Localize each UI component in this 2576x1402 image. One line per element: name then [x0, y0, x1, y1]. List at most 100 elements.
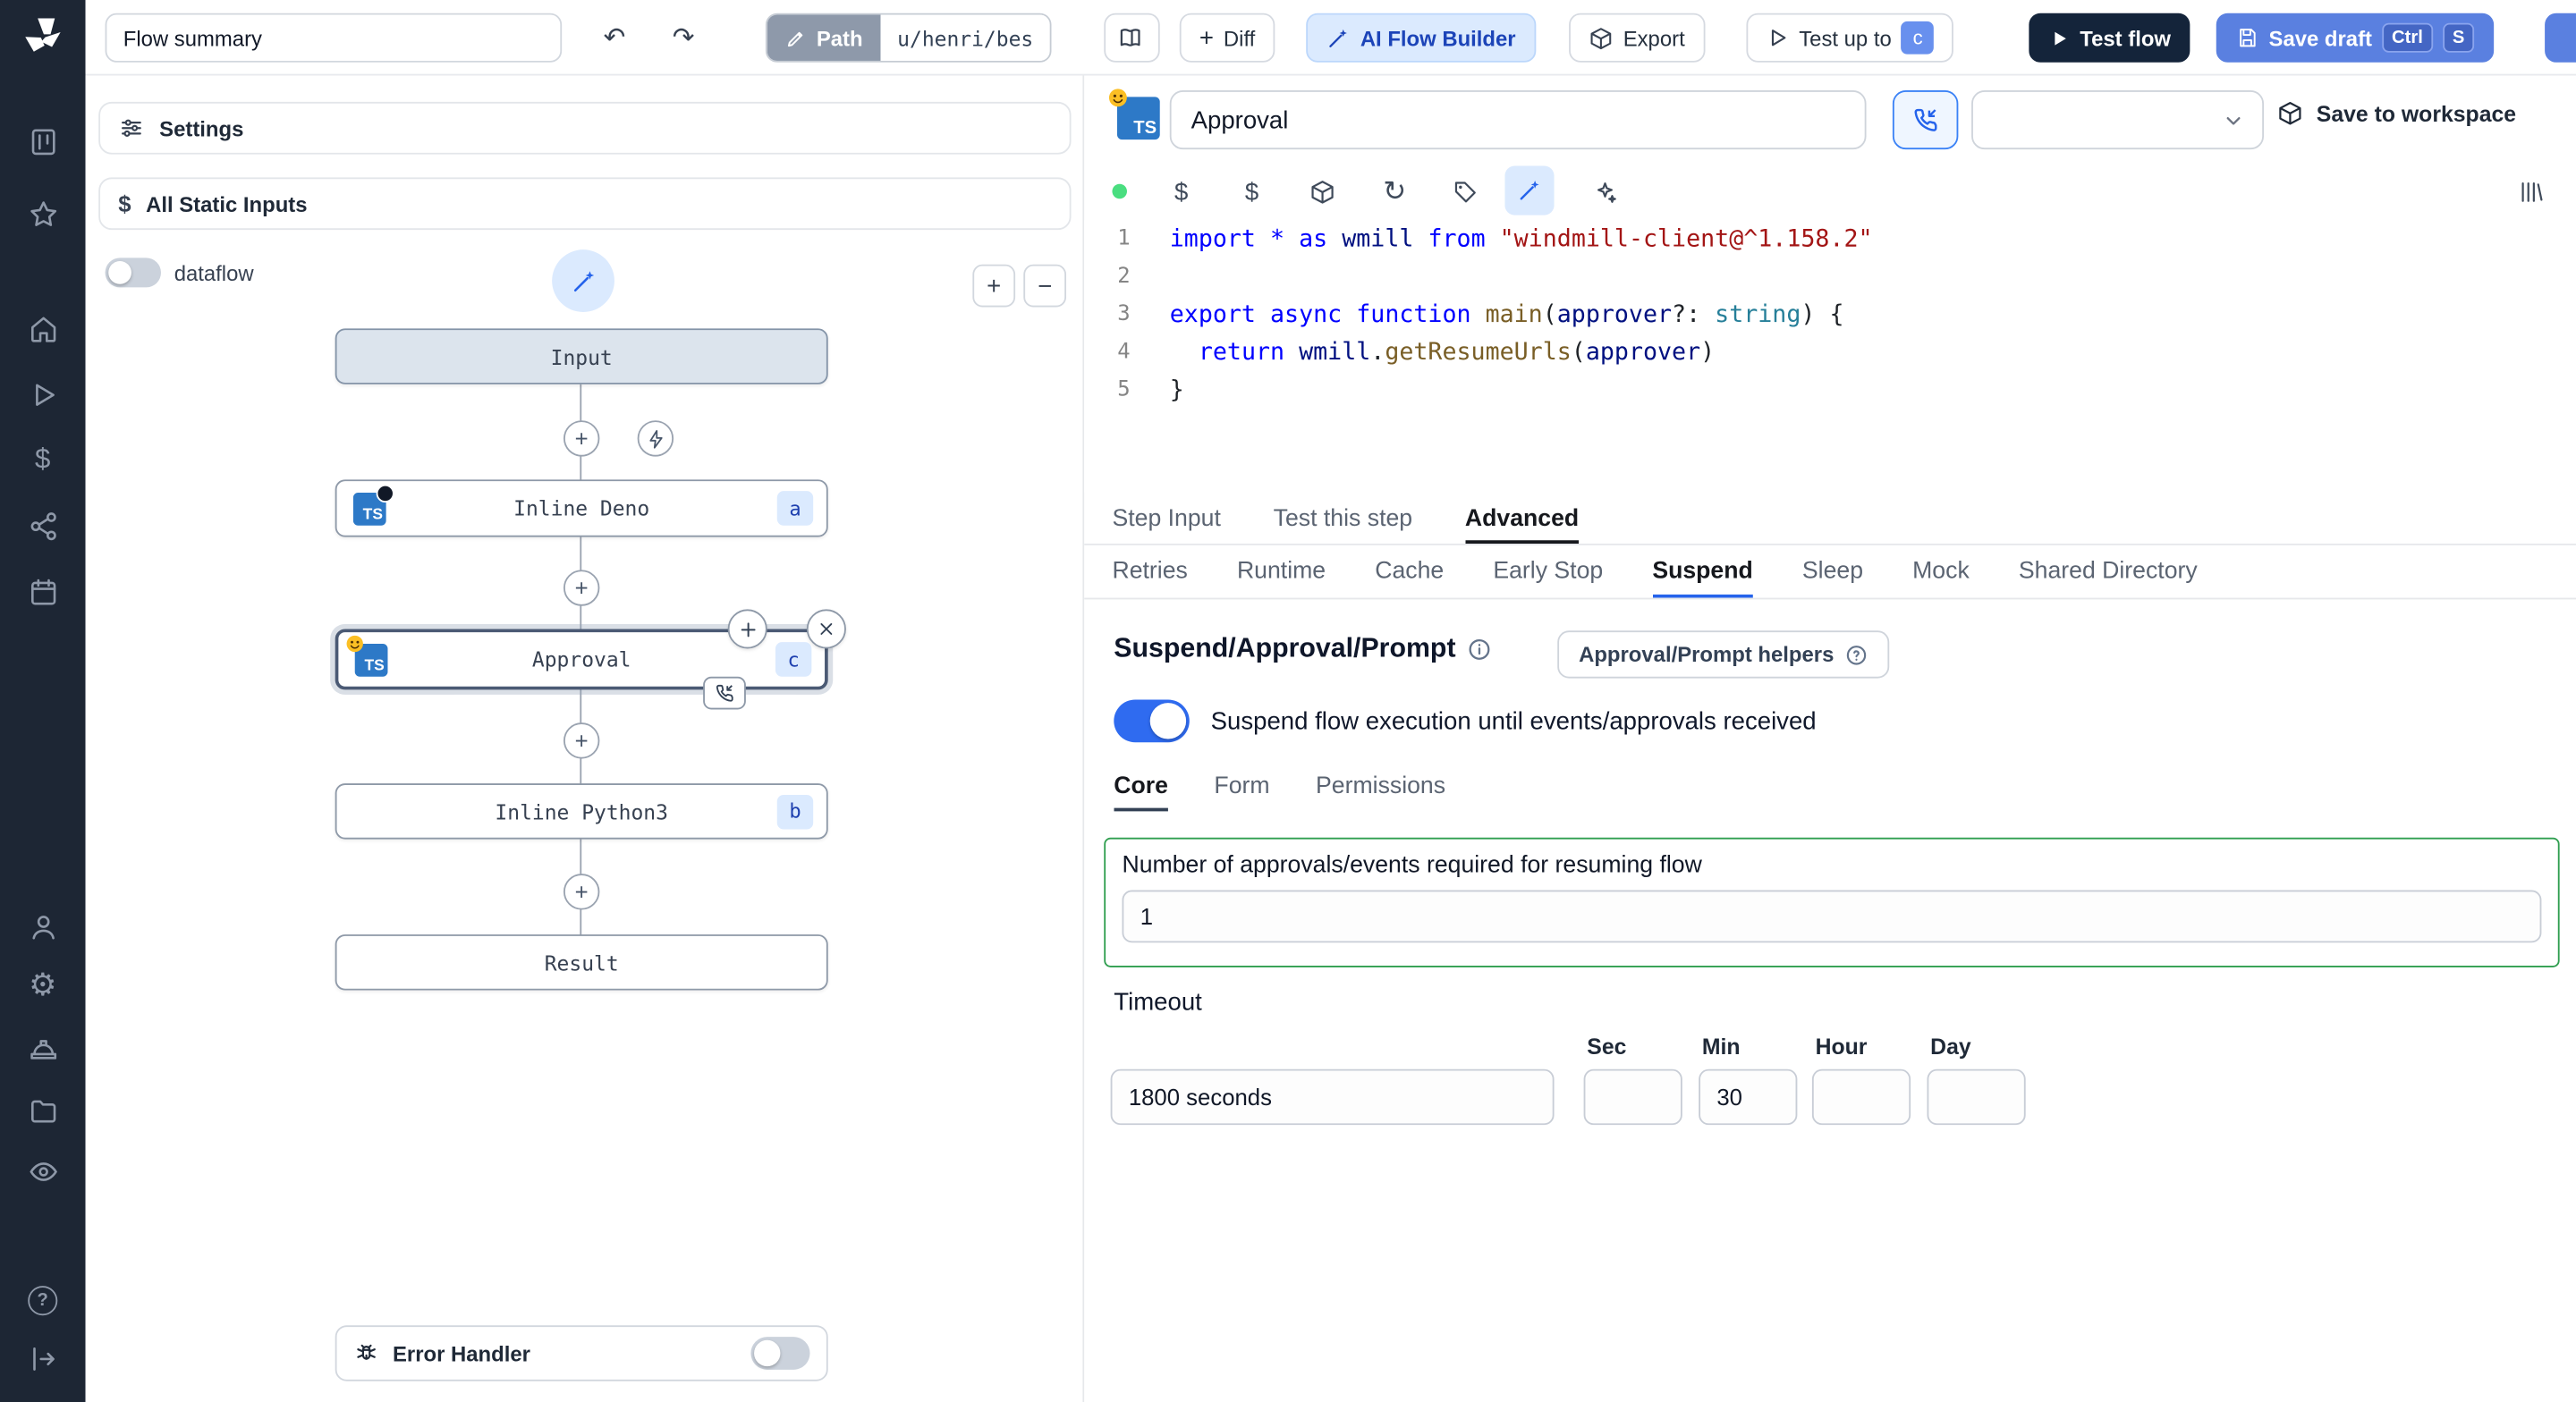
insert-step-button[interactable]: +: [563, 420, 600, 457]
variables-icon[interactable]: $: [26, 443, 59, 477]
dollar-icon: $: [118, 190, 131, 217]
node-input[interactable]: Input: [335, 328, 828, 384]
tab-sleep[interactable]: Sleep: [1802, 545, 1863, 598]
timeout-seconds-input[interactable]: [1110, 1068, 1555, 1126]
approvals-required-input[interactable]: [1122, 890, 2542, 943]
sec-header: Sec: [1587, 1035, 1627, 1060]
resources-dollar-icon[interactable]: $: [1231, 171, 1274, 214]
script-version-select[interactable]: [1971, 90, 2265, 150]
flows-icon[interactable]: [26, 509, 59, 542]
windmill-logo[interactable]: [21, 15, 64, 58]
tab-runtime[interactable]: Runtime: [1237, 545, 1326, 598]
kanban-icon[interactable]: [26, 125, 59, 158]
tag-icon[interactable]: [1444, 171, 1487, 214]
library-panel-icon[interactable]: [2511, 171, 2554, 214]
user-icon[interactable]: [26, 910, 59, 943]
tab-core[interactable]: Core: [1114, 762, 1168, 811]
timeout-hour-input[interactable]: [1811, 1068, 1911, 1126]
tab-mock[interactable]: Mock: [1912, 545, 1970, 598]
tab-step-input[interactable]: Step Input: [1112, 493, 1220, 544]
runs-icon[interactable]: [26, 377, 59, 410]
tab-suspend[interactable]: Suspend: [1652, 545, 1752, 598]
export-button[interactable]: Export: [1569, 13, 1705, 63]
path-button[interactable]: Path u/henri/bes: [765, 13, 1052, 63]
step-name-input[interactable]: [1169, 90, 1867, 150]
code-editor[interactable]: 1 import * as wmill from "windmill-client…: [1084, 220, 2576, 494]
redo-button[interactable]: ↷: [657, 15, 710, 61]
tab-test-this-step[interactable]: Test this step: [1274, 493, 1412, 544]
save-draft-button[interactable]: Save draft Ctrl S: [2216, 13, 2495, 63]
node-inline-python[interactable]: Inline Python3 b: [335, 783, 828, 840]
node-inline-deno[interactable]: TS Inline Deno a: [335, 479, 828, 537]
schedules-icon[interactable]: [26, 575, 59, 608]
ai-assist-wand-button[interactable]: [552, 249, 614, 312]
min-header: Min: [1701, 1035, 1741, 1060]
smiley-emoji-icon: [1107, 87, 1129, 108]
ai-flow-builder-button[interactable]: AI Flow Builder: [1306, 13, 1536, 63]
approval-prompt-helpers-button[interactable]: Approval/Prompt helpers: [1557, 630, 1890, 679]
timeout-day-input[interactable]: [1927, 1068, 2026, 1126]
dataflow-label: dataflow: [174, 260, 254, 285]
deploy-button-partial[interactable]: [2545, 13, 2576, 63]
chevron-down-icon: [2221, 107, 2246, 132]
timeout-min-input[interactable]: [1699, 1068, 1798, 1126]
docs-button[interactable]: [1104, 13, 1160, 63]
node-result-label: Result: [544, 950, 619, 975]
folders-icon[interactable]: [26, 1094, 59, 1127]
node-result[interactable]: Result: [335, 934, 828, 991]
package-reload-icon[interactable]: [1301, 171, 1344, 214]
insert-step-button[interactable]: +: [563, 570, 600, 606]
tab-early-stop[interactable]: Early Stop: [1493, 545, 1603, 598]
play-icon: [2048, 27, 2070, 48]
ai-wand-active-icon[interactable]: [1504, 165, 1555, 215]
static-inputs-row[interactable]: $ All Static Inputs: [98, 177, 1072, 231]
settings-icon[interactable]: ⚙: [26, 968, 59, 1003]
home-icon[interactable]: [26, 312, 59, 345]
wand-icon: [1326, 25, 1351, 50]
error-handler-toggle[interactable]: [750, 1337, 810, 1370]
zoom-out-button[interactable]: −: [1023, 264, 1067, 308]
suspend-phone-indicator[interactable]: [703, 676, 746, 710]
history-icon[interactable]: ↻: [1374, 171, 1417, 214]
dataflow-toggle[interactable]: [105, 258, 161, 288]
sliders-icon: [118, 115, 144, 141]
tab-shared-directory[interactable]: Shared Directory: [2019, 545, 2198, 598]
undo-button[interactable]: ↶: [589, 15, 641, 61]
tab-retries[interactable]: Retries: [1112, 545, 1187, 598]
variables-dollar-icon[interactable]: $: [1160, 171, 1203, 214]
tab-advanced[interactable]: Advanced: [1465, 493, 1579, 544]
flow-graph-panel: Settings $ All Static Inputs dataflow + …: [85, 75, 1085, 1402]
save-to-workspace-button[interactable]: Save to workspace: [2277, 100, 2516, 126]
zoom-in-button[interactable]: +: [972, 264, 1016, 308]
flow-summary-input[interactable]: [105, 13, 563, 63]
suspend-phone-button[interactable]: [1892, 90, 1959, 150]
typescript-icon: TS: [1108, 89, 1160, 140]
diff-button[interactable]: + Diff: [1179, 13, 1275, 63]
undo-icon: ↶: [603, 24, 626, 53]
test-flow-button[interactable]: Test flow: [2029, 13, 2191, 63]
tab-cache[interactable]: Cache: [1375, 545, 1444, 598]
timeout-sec-input[interactable]: [1583, 1068, 1682, 1126]
audit-eye-icon[interactable]: [26, 1154, 59, 1187]
day-header: Day: [1930, 1035, 1971, 1060]
step-badge-a: a: [776, 491, 814, 526]
workers-icon[interactable]: [26, 1033, 59, 1066]
save-icon: [2236, 26, 2259, 49]
delete-step-button[interactable]: [806, 609, 846, 649]
suspend-enable-toggle[interactable]: [1114, 699, 1190, 743]
star-icon[interactable]: [26, 197, 59, 230]
insert-step-button[interactable]: +: [563, 874, 600, 910]
move-step-button[interactable]: [727, 609, 767, 649]
pencil-icon: [785, 27, 807, 48]
trigger-bolt-button[interactable]: [637, 420, 674, 457]
tab-permissions[interactable]: Permissions: [1316, 762, 1445, 811]
error-handler-row[interactable]: Error Handler: [335, 1325, 828, 1381]
insert-step-button[interactable]: +: [563, 722, 600, 759]
info-icon[interactable]: [1467, 638, 1492, 663]
flow-settings-row[interactable]: Settings: [98, 101, 1072, 155]
collapse-sidebar-icon[interactable]: [26, 1342, 59, 1375]
help-icon[interactable]: ?: [26, 1284, 59, 1317]
test-up-to-button[interactable]: Test up to c: [1746, 13, 1954, 63]
sparkles-icon[interactable]: [1584, 171, 1627, 214]
tab-form[interactable]: Form: [1214, 762, 1269, 811]
